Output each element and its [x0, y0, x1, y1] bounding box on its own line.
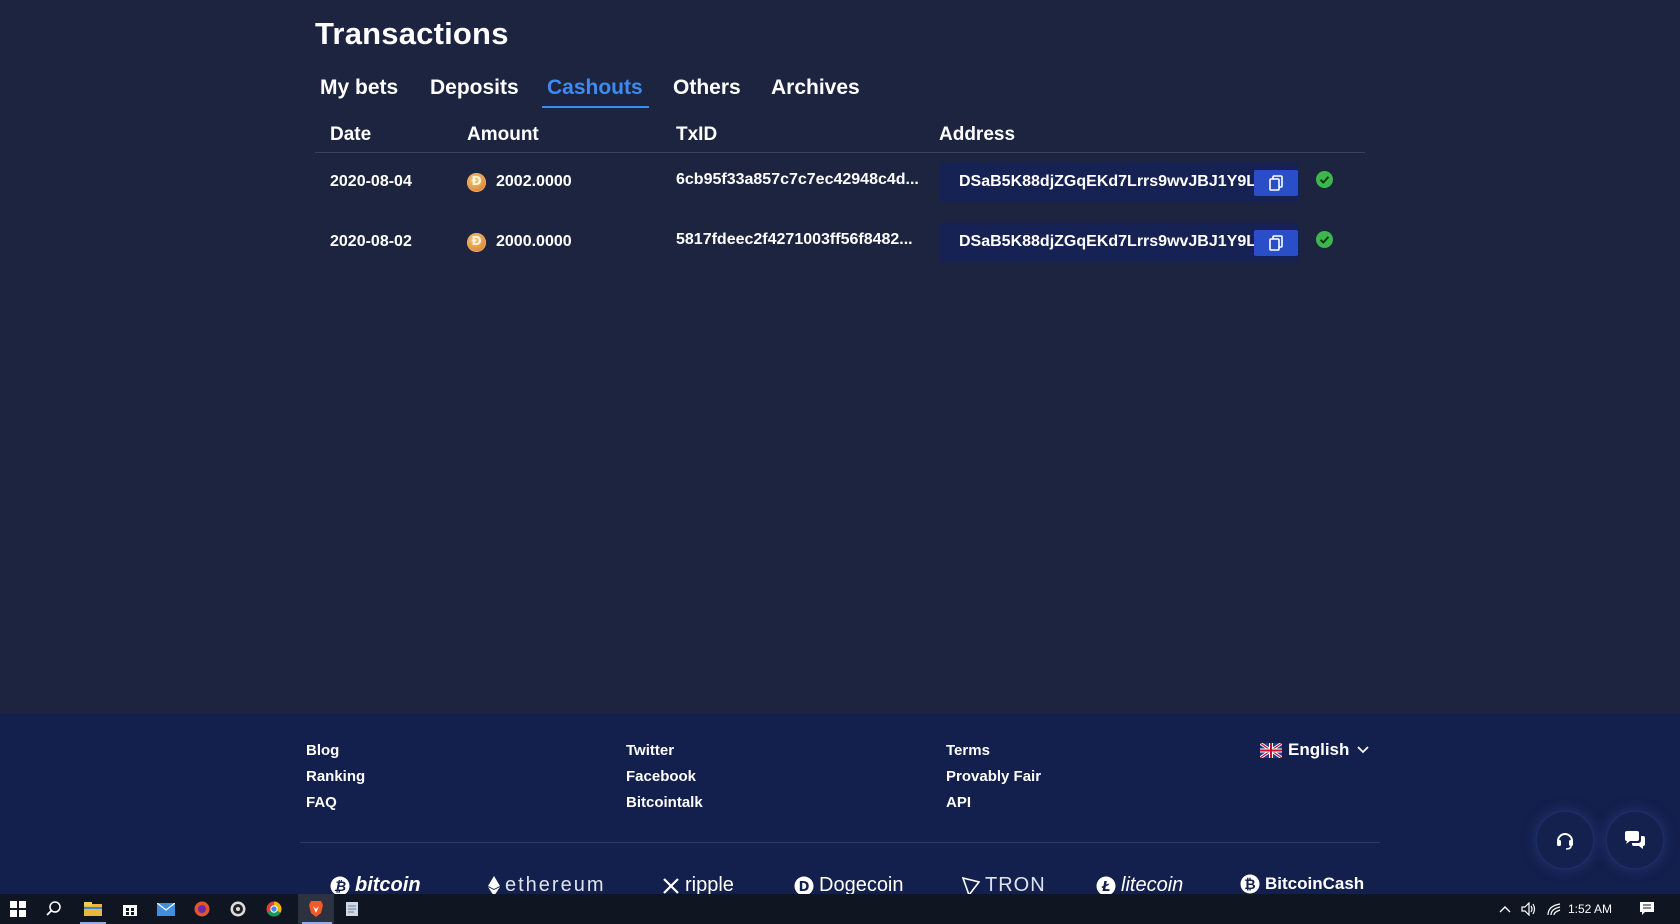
svg-text:D: D	[799, 880, 810, 895]
ripple-icon	[663, 877, 679, 894]
row-txid[interactable]: 6cb95f33a857c7c7ec42948c4d...	[676, 171, 919, 189]
dogecoin-icon	[467, 173, 486, 192]
status-check-icon	[1316, 231, 1333, 248]
column-header-amount: Amount	[467, 124, 539, 145]
search-icon[interactable]	[44, 899, 64, 919]
chat-button[interactable]	[1607, 812, 1663, 868]
row-date: 2020-08-02	[330, 233, 412, 250]
footer-link-bitcointalk[interactable]: Bitcointalk	[626, 794, 703, 811]
column-header-txid: TxID	[676, 124, 718, 145]
ethereum-icon	[488, 875, 500, 896]
column-header-address: Address	[939, 124, 1016, 145]
network-icon[interactable]	[1544, 899, 1564, 919]
header-divider	[315, 152, 1365, 153]
support-button[interactable]	[1537, 812, 1593, 868]
footer-link-provably-fair[interactable]: Provably Fair	[946, 768, 1041, 785]
page-title: Transactions	[315, 16, 509, 51]
taskbar: 1:52 AM	[0, 894, 1680, 924]
tab-archives[interactable]: Archives	[771, 76, 860, 100]
firefox-icon[interactable]	[192, 899, 212, 919]
svg-text:Ł: Ł	[1101, 880, 1111, 895]
uk-flag-icon	[1260, 742, 1282, 758]
row-address: DSaB5K88djZGqEKd7Lrrs9wvJBJ1Y9L4k	[959, 233, 1274, 250]
row-amount: 2000.0000	[496, 233, 572, 250]
tab-deposits[interactable]: Deposits	[430, 76, 519, 100]
svg-text:₿: ₿	[1244, 877, 1255, 893]
copy-icon	[1269, 235, 1283, 251]
clock[interactable]: 1:52 AM	[1568, 902, 1612, 916]
tab-others[interactable]: Others	[673, 76, 741, 100]
mail-icon[interactable]	[156, 899, 176, 919]
brave-icon[interactable]	[306, 899, 326, 919]
obs-icon[interactable]	[228, 899, 248, 919]
volume-icon[interactable]	[1519, 899, 1539, 919]
footer-link-terms[interactable]: Terms	[946, 742, 990, 759]
row-address: DSaB5K88djZGqEKd7Lrrs9wvJBJ1Y9L4k	[959, 173, 1274, 190]
footer-link-facebook[interactable]: Facebook	[626, 768, 696, 785]
tab-my-bets[interactable]: My bets	[320, 76, 398, 100]
chrome-icon[interactable]	[264, 899, 284, 919]
footer-link-twitter[interactable]: Twitter	[626, 742, 674, 759]
address-field[interactable]: DSaB5K88djZGqEKd7Lrrs9wvJBJ1Y9L4k	[939, 222, 1299, 262]
notification-icon[interactable]	[1637, 899, 1657, 919]
bitcoin-icon: ₿	[330, 876, 350, 895]
main-content: Transactions My bets Deposits Cashouts O…	[0, 0, 1680, 714]
footer: Blog Ranking FAQ Twitter Facebook Bitcoi…	[0, 714, 1680, 896]
notepad-icon[interactable]	[342, 899, 362, 919]
row-txid[interactable]: 5817fdeec2f4271003ff56f8482...	[676, 231, 913, 249]
chat-icon	[1625, 831, 1645, 849]
active-tab-indicator	[542, 106, 649, 108]
chevron-down-icon	[1357, 746, 1370, 754]
tab-cashouts[interactable]: Cashouts	[547, 76, 643, 100]
dogecoin-icon	[467, 233, 486, 252]
chevron-up-icon[interactable]	[1495, 899, 1515, 919]
row-date: 2020-08-04	[330, 173, 412, 190]
row-amount: 2002.0000	[496, 173, 572, 190]
column-header-date: Date	[330, 124, 372, 145]
footer-divider	[300, 842, 1380, 843]
headset-icon	[1557, 833, 1573, 850]
file-explorer-icon[interactable]	[83, 899, 103, 919]
windows-start-icon[interactable]	[8, 899, 28, 919]
copy-icon	[1269, 175, 1283, 191]
litecoin-icon: Ł	[1096, 876, 1116, 895]
footer-link-blog[interactable]: Blog	[306, 742, 339, 759]
footer-link-api[interactable]: API	[946, 794, 971, 811]
language-selector[interactable]: English	[1260, 740, 1370, 760]
bitcoincash-icon: ₿	[1240, 874, 1260, 894]
copy-address-button[interactable]	[1254, 170, 1298, 196]
tron-icon	[962, 876, 980, 896]
svg-text:₿: ₿	[334, 879, 346, 895]
footer-link-ranking[interactable]: Ranking	[306, 768, 365, 785]
address-field[interactable]: DSaB5K88djZGqEKd7Lrrs9wvJBJ1Y9L4k	[939, 162, 1299, 202]
footer-link-faq[interactable]: FAQ	[306, 794, 337, 811]
status-check-icon	[1316, 171, 1333, 188]
dogecoin-logo-icon: D	[794, 876, 814, 895]
copy-address-button[interactable]	[1254, 230, 1298, 256]
language-label: English	[1288, 740, 1350, 759]
store-icon[interactable]	[120, 899, 140, 919]
crypto-bitcoincash: ₿ BitcoinCash	[1240, 874, 1364, 894]
